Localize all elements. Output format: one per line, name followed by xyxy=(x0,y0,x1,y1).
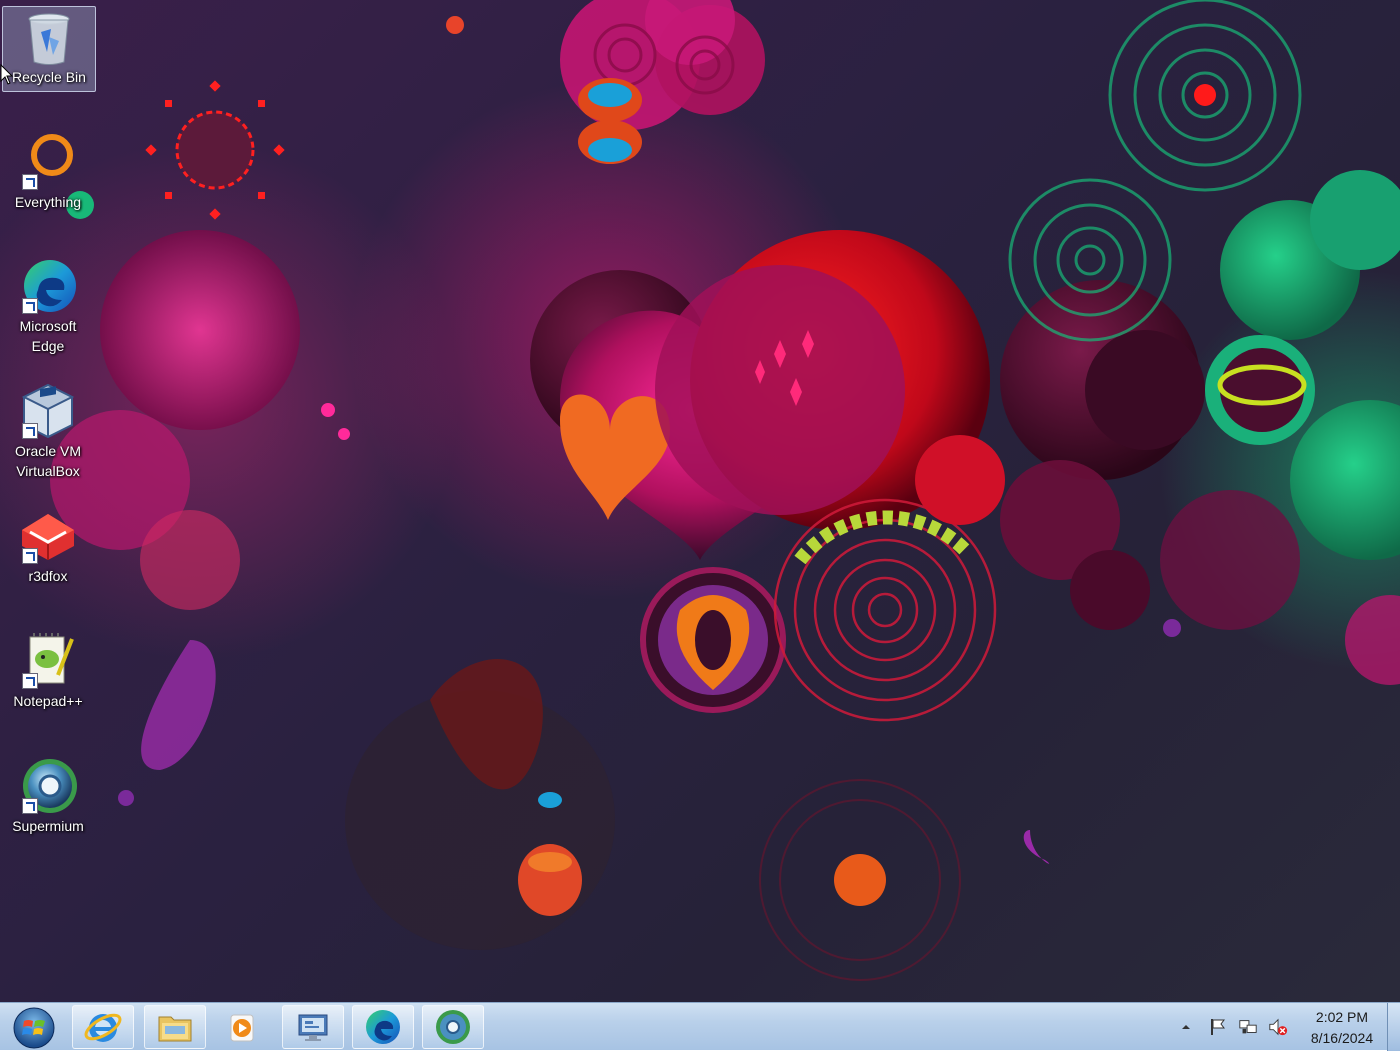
taskbar-media-player[interactable] xyxy=(210,1005,272,1049)
shortcut-arrow-icon xyxy=(22,548,38,564)
clock-date: 8/16/2024 xyxy=(1310,1030,1374,1046)
virtualbox-icon xyxy=(18,381,78,441)
windows-start-icon xyxy=(13,1007,55,1049)
shortcut-arrow-icon xyxy=(22,673,38,689)
action-center-flag-icon xyxy=(1211,1019,1225,1035)
show-hidden-icons-button[interactable] xyxy=(1176,1017,1196,1037)
desktop-icon-supermium[interactable]: Supermium xyxy=(2,756,94,836)
desktop-icon-notepadpp[interactable]: Notepad++ xyxy=(2,631,94,711)
taskbar-supermium[interactable] xyxy=(422,1005,484,1049)
supermium-icon xyxy=(18,756,78,816)
recycle-bin-icon xyxy=(19,7,79,67)
wallpaper xyxy=(31,0,1400,981)
desktop-icon-label: Notepad++ xyxy=(13,693,83,709)
desktop-icon-label: Recycle Bin xyxy=(12,69,86,85)
desktop-icon-microsoft-edge[interactable]: Microsoft Edge xyxy=(2,256,94,356)
taskbar-microsoft-edge[interactable] xyxy=(352,1005,414,1049)
supermium-icon xyxy=(436,1010,470,1044)
network-icon xyxy=(1239,1020,1257,1034)
show-hidden-icons-arrow xyxy=(1182,1025,1190,1029)
start-button[interactable] xyxy=(6,1005,58,1049)
desktop-icon-recycle-bin[interactable]: Recycle Bin xyxy=(2,6,96,92)
desktop-icon-virtualbox[interactable]: Oracle VM VirtualBox xyxy=(2,381,94,481)
desktop-icon-label: Oracle VM VirtualBox xyxy=(14,443,82,479)
desktop-icon-label: r3dfox xyxy=(28,568,68,584)
edge-icon xyxy=(18,256,78,316)
show-desktop-button[interactable] xyxy=(1387,1003,1400,1051)
shortcut-arrow-icon xyxy=(22,174,38,190)
desktop-icon-everything[interactable]: Everything xyxy=(2,132,94,212)
remote-desktop-icon xyxy=(298,1014,328,1041)
mouse-cursor-icon xyxy=(0,64,14,85)
shortcut-arrow-icon xyxy=(22,798,38,814)
shortcut-arrow-icon xyxy=(22,423,38,439)
action-center-button[interactable] xyxy=(1208,1017,1228,1037)
volume-button[interactable] xyxy=(1268,1017,1288,1037)
taskbar-remote-desktop[interactable] xyxy=(282,1005,344,1049)
r3dfox-icon xyxy=(18,506,78,566)
taskbar-windows-explorer[interactable] xyxy=(144,1005,206,1049)
taskbar-internet-explorer[interactable] xyxy=(72,1005,134,1049)
desktop-icon-label: Microsoft Edge xyxy=(19,318,77,354)
notepadpp-icon xyxy=(18,631,78,691)
media-player-icon xyxy=(230,1014,254,1042)
everything-icon xyxy=(18,132,78,192)
internet-explorer-icon xyxy=(84,1013,122,1042)
folder-explorer-icon xyxy=(158,1016,192,1042)
desktop[interactable]: Recycle Bin Everything Microsoft Edge Or… xyxy=(0,0,1400,1002)
taskbar: 2:02 PM 8/16/2024 xyxy=(0,1002,1400,1051)
network-button[interactable] xyxy=(1238,1017,1258,1037)
edge-icon xyxy=(366,1010,400,1044)
volume-muted-icon xyxy=(1269,1018,1288,1036)
shortcut-arrow-icon xyxy=(22,298,38,314)
desktop-icon-r3dfox[interactable]: r3dfox xyxy=(2,506,94,586)
desktop-icon-label: Supermium xyxy=(12,818,84,834)
clock[interactable]: 2:02 PM 8/16/2024 xyxy=(1296,1007,1388,1049)
desktop-icon-label: Everything xyxy=(14,194,82,210)
clock-time: 2:02 PM xyxy=(1315,1009,1369,1025)
